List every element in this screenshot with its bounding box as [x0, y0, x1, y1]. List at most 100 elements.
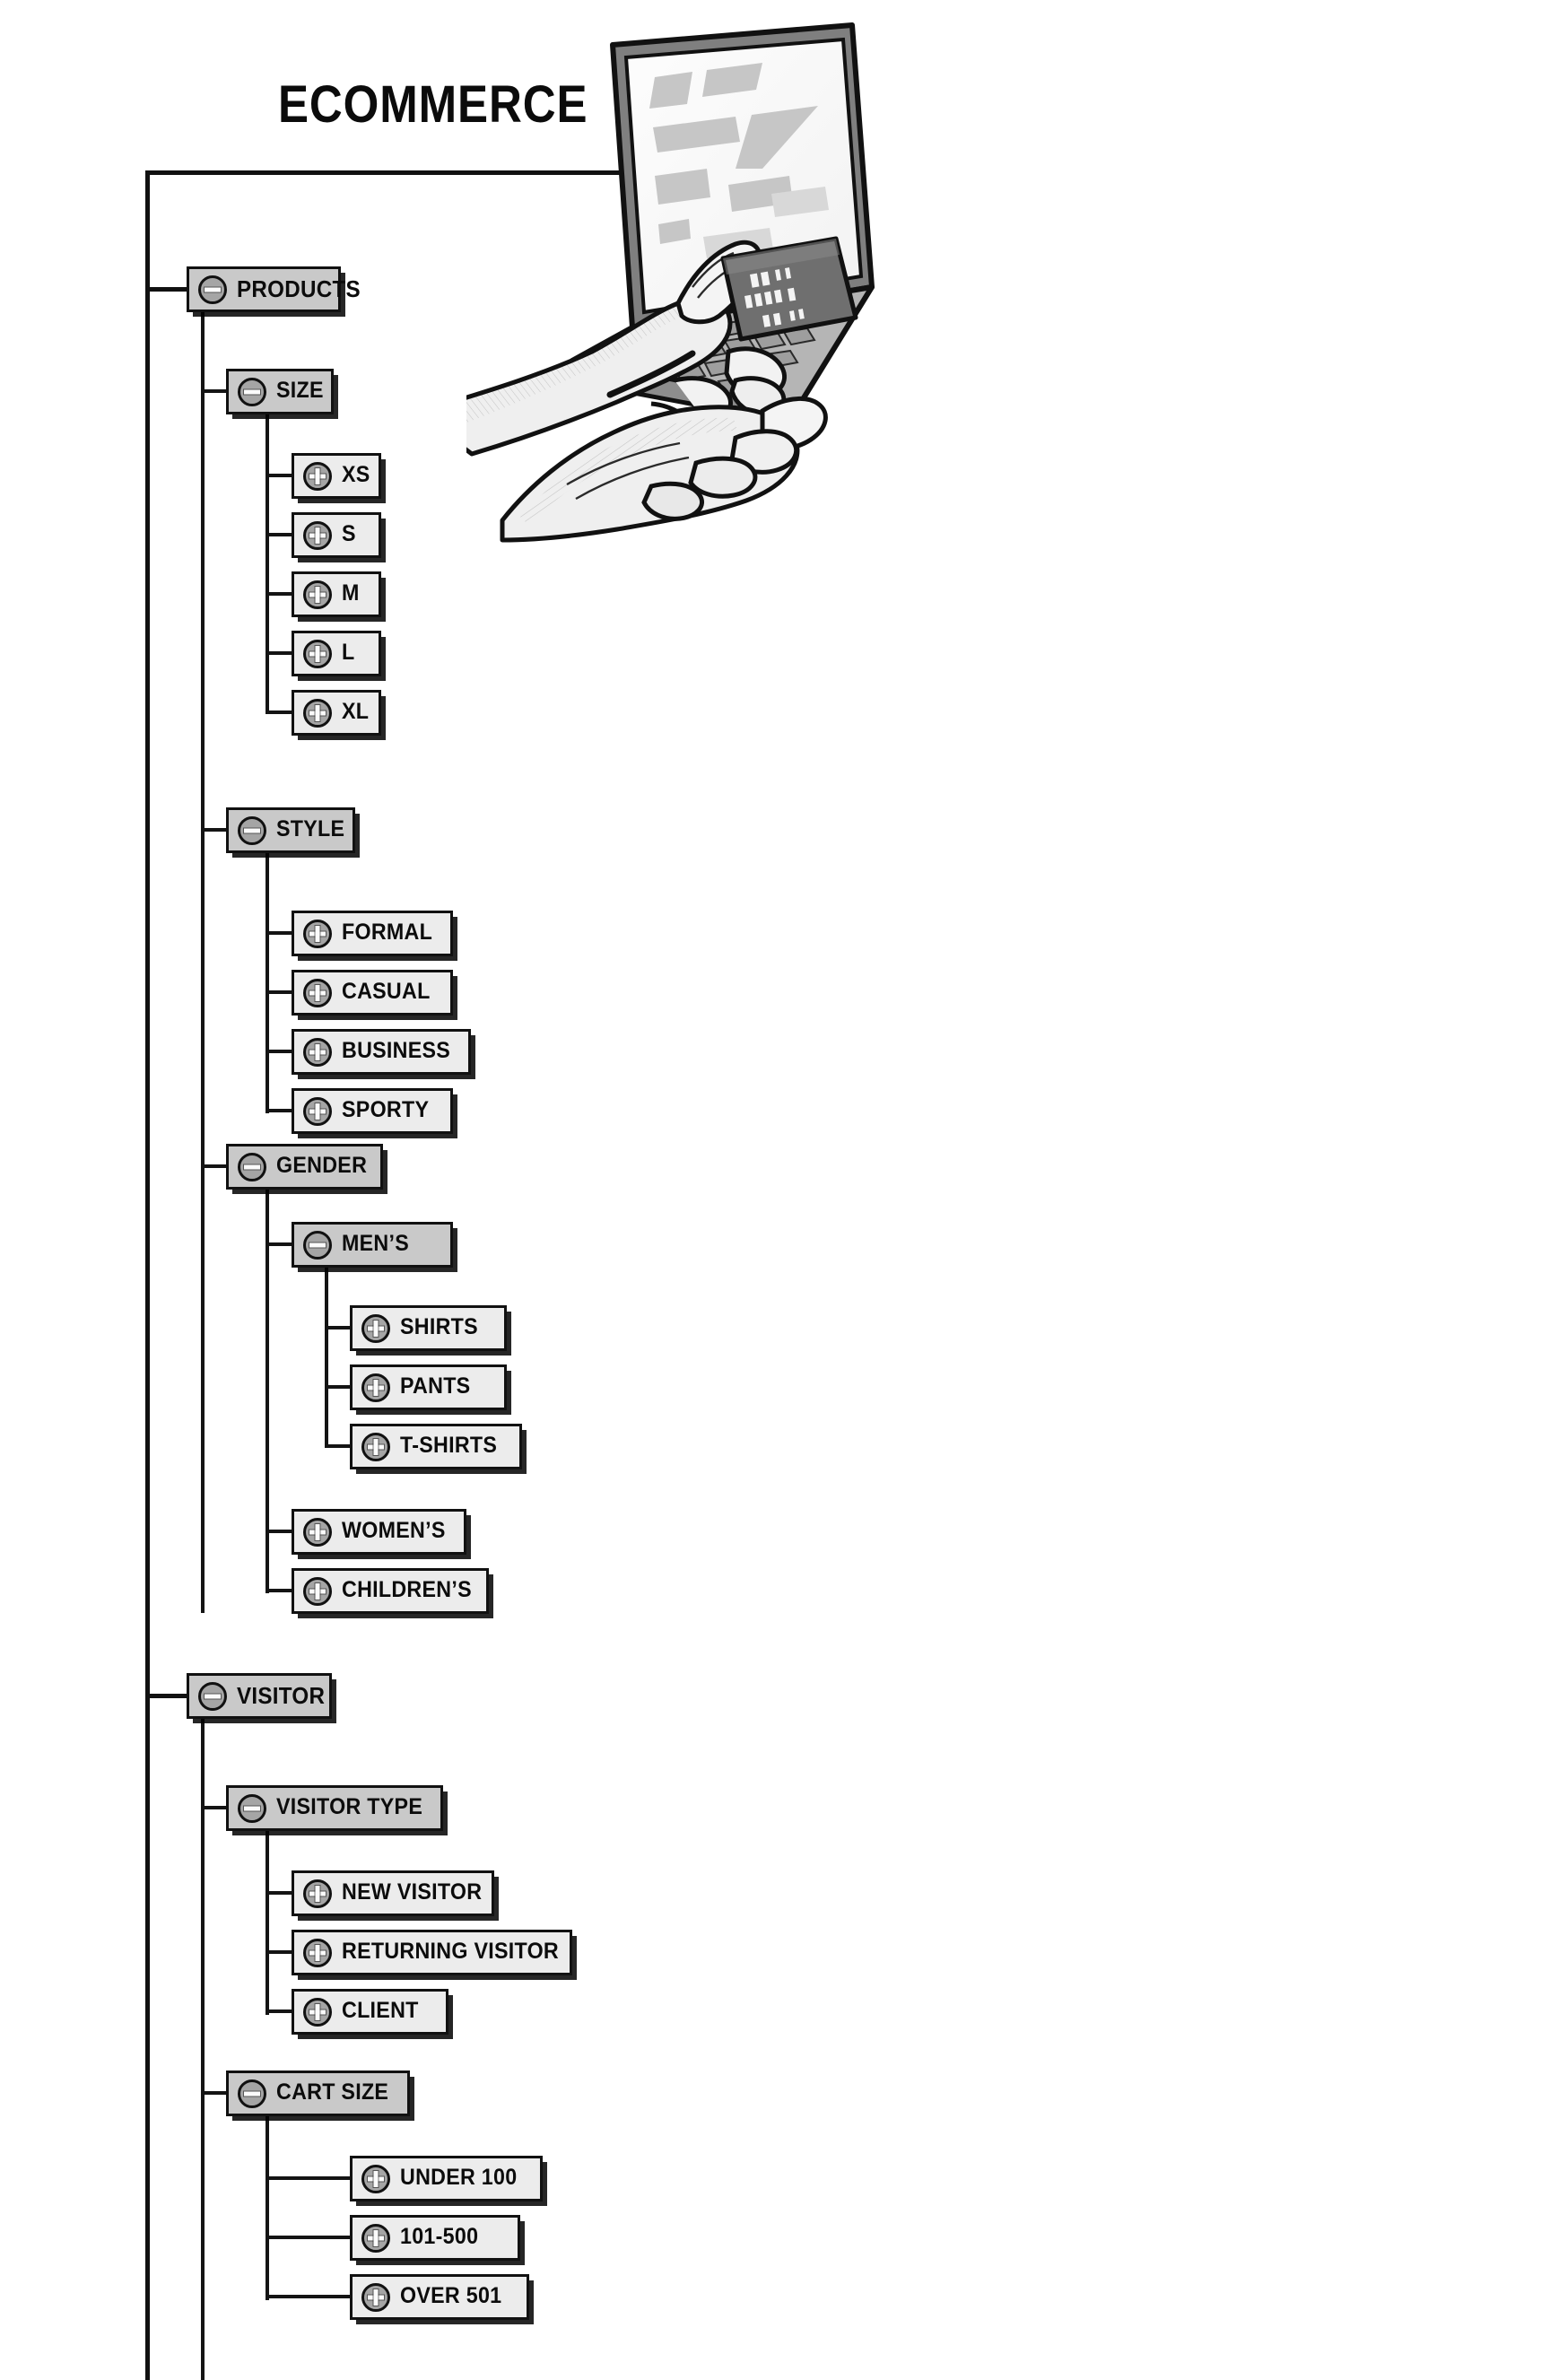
tree-node-label: T-SHIRTS	[400, 1433, 498, 1458]
tree-node-style[interactable]: STYLE	[226, 807, 355, 853]
tree-node-label: CASUAL	[342, 979, 431, 1004]
plus-circle-icon[interactable]	[303, 1037, 332, 1067]
plus-circle-icon[interactable]	[361, 1432, 390, 1461]
tree-node-label: PRODUCTS	[237, 275, 361, 302]
tree-node-label: SHIRTS	[400, 1314, 478, 1339]
tree-node-visitor-type[interactable]: VISITOR TYPE	[226, 1785, 443, 1831]
spine-visitor-type	[266, 1831, 269, 2015]
tree-node-label: XS	[342, 462, 370, 487]
tree-node-mens-pants[interactable]: PANTS	[350, 1364, 507, 1410]
tree-node-size-s[interactable]: S	[292, 512, 381, 558]
connector-size-l	[266, 651, 294, 655]
tree-node-gender-childrens[interactable]: CHILDREN’S	[292, 1568, 489, 1614]
tree-node-label: CART SIZE	[276, 2079, 389, 2105]
plus-circle-icon[interactable]	[303, 520, 332, 550]
plus-circle-icon[interactable]	[303, 1096, 332, 1126]
tree-node-cart-size[interactable]: CART SIZE	[226, 2071, 410, 2116]
tree-node-gender-womens[interactable]: WOMEN’S	[292, 1509, 466, 1555]
plus-circle-icon[interactable]	[303, 1997, 332, 2027]
plus-circle-icon[interactable]	[303, 978, 332, 1007]
plus-circle-icon[interactable]	[303, 919, 332, 948]
minus-circle-icon[interactable]	[238, 377, 266, 406]
tree-node-style-casual[interactable]: CASUAL	[292, 970, 453, 1016]
tree-node-label: 101-500	[400, 2224, 479, 2249]
tree-node-label: OVER 501	[400, 2283, 502, 2308]
tree-node-label: M	[342, 580, 360, 606]
tree-node-label: CLIENT	[342, 1998, 419, 2023]
connector-style-business	[266, 1050, 294, 1053]
tree-node-label: VISITOR TYPE	[276, 1794, 423, 1819]
tree-node-label: NEW VISITOR	[342, 1879, 483, 1905]
tree-node-visitor[interactable]: VISITOR	[187, 1673, 332, 1719]
connector-cart-101-500	[266, 2236, 353, 2239]
minus-circle-icon[interactable]	[198, 1681, 227, 1711]
tree-node-label: VISITOR	[237, 1681, 326, 1709]
tree-node-size-xl[interactable]: XL	[292, 690, 381, 736]
tree-node-style-formal[interactable]: FORMAL	[292, 911, 453, 956]
plus-circle-icon[interactable]	[361, 1313, 390, 1343]
minus-circle-icon[interactable]	[303, 1230, 332, 1260]
tree-node-vt-returning[interactable]: RETURNING VISITOR	[292, 1930, 572, 1975]
tree-node-size[interactable]: SIZE	[226, 369, 334, 414]
connector-mens-shirts	[325, 1326, 353, 1329]
minus-circle-icon[interactable]	[238, 1152, 266, 1181]
tree-node-label: CHILDREN’S	[342, 1577, 472, 1602]
hands-typing-laptop-credit-card-illustration	[466, 18, 1372, 547]
tree-node-style-business[interactable]: BUSINESS	[292, 1029, 471, 1075]
connector-style-casual	[266, 990, 294, 994]
spine-mens	[325, 1268, 328, 1447]
plus-circle-icon[interactable]	[303, 461, 332, 491]
connector-root-visitor	[145, 1694, 190, 1698]
tree-node-label: BUSINESS	[342, 1038, 451, 1063]
plus-circle-icon[interactable]	[361, 2164, 390, 2193]
tree-node-label: SIZE	[276, 378, 324, 403]
plus-circle-icon[interactable]	[303, 1576, 332, 1606]
tree-node-products[interactable]: PRODUCTS	[187, 266, 361, 312]
tree-node-cart-101-500[interactable]: 101-500	[350, 2215, 520, 2261]
tree-node-cart-over-501[interactable]: OVER 501	[350, 2274, 529, 2320]
plus-circle-icon[interactable]	[303, 1938, 332, 1967]
connector-size-m	[266, 592, 294, 596]
minus-circle-icon[interactable]	[198, 275, 227, 304]
connector-mens-pants	[325, 1385, 353, 1389]
plus-circle-icon[interactable]	[361, 2282, 390, 2312]
minus-circle-icon[interactable]	[238, 1793, 266, 1823]
tree-node-mens-tshirts[interactable]: T-SHIRTS	[350, 1424, 522, 1469]
tree-node-label: XL	[342, 699, 370, 724]
plus-circle-icon[interactable]	[303, 1517, 332, 1547]
connector-cart-over501	[266, 2295, 353, 2298]
tree-node-label: GENDER	[276, 1153, 368, 1178]
tree-node-gender[interactable]: GENDER	[226, 1144, 383, 1190]
tree-node-vt-client[interactable]: CLIENT	[292, 1989, 448, 2035]
plus-circle-icon[interactable]	[303, 698, 332, 728]
tree-node-size-l[interactable]: L	[292, 631, 381, 676]
tree-node-mens-shirts[interactable]: SHIRTS	[350, 1305, 507, 1351]
minus-circle-icon[interactable]	[238, 2079, 266, 2108]
tree-node-label: PANTS	[400, 1373, 471, 1399]
plus-circle-icon[interactable]	[303, 639, 332, 668]
tree-node-size-m[interactable]: M	[292, 571, 381, 617]
tree-node-label: UNDER 100	[400, 2165, 518, 2190]
plus-circle-icon[interactable]	[303, 1879, 332, 1908]
connector-root-products	[145, 287, 190, 292]
spine-size	[266, 414, 269, 712]
tree-node-label: STYLE	[276, 816, 345, 841]
tree-node-label: L	[342, 640, 355, 665]
connector-style-sporty	[266, 1109, 294, 1112]
plus-circle-icon[interactable]	[361, 2223, 390, 2253]
tree-node-size-xs[interactable]: XS	[292, 453, 381, 499]
tree-node-label: SPORTY	[342, 1097, 430, 1122]
minus-circle-icon[interactable]	[238, 815, 266, 845]
connector-style-formal	[266, 931, 294, 935]
tree-node-cart-under-100[interactable]: UNDER 100	[350, 2156, 543, 2201]
tree-node-label: WOMEN’S	[342, 1518, 446, 1543]
tree-node-gender-mens[interactable]: MEN’S	[292, 1222, 453, 1268]
spine-style	[266, 853, 269, 1113]
tree-node-vt-new[interactable]: NEW VISITOR	[292, 1870, 494, 1916]
plus-circle-icon[interactable]	[303, 580, 332, 609]
spine-cart-size	[266, 2116, 269, 2300]
connector-gender-womens	[266, 1530, 294, 1533]
tree-node-style-sporty[interactable]: SPORTY	[292, 1088, 453, 1134]
tree-node-label: RETURNING VISITOR	[342, 1939, 560, 1964]
plus-circle-icon[interactable]	[361, 1373, 390, 1402]
